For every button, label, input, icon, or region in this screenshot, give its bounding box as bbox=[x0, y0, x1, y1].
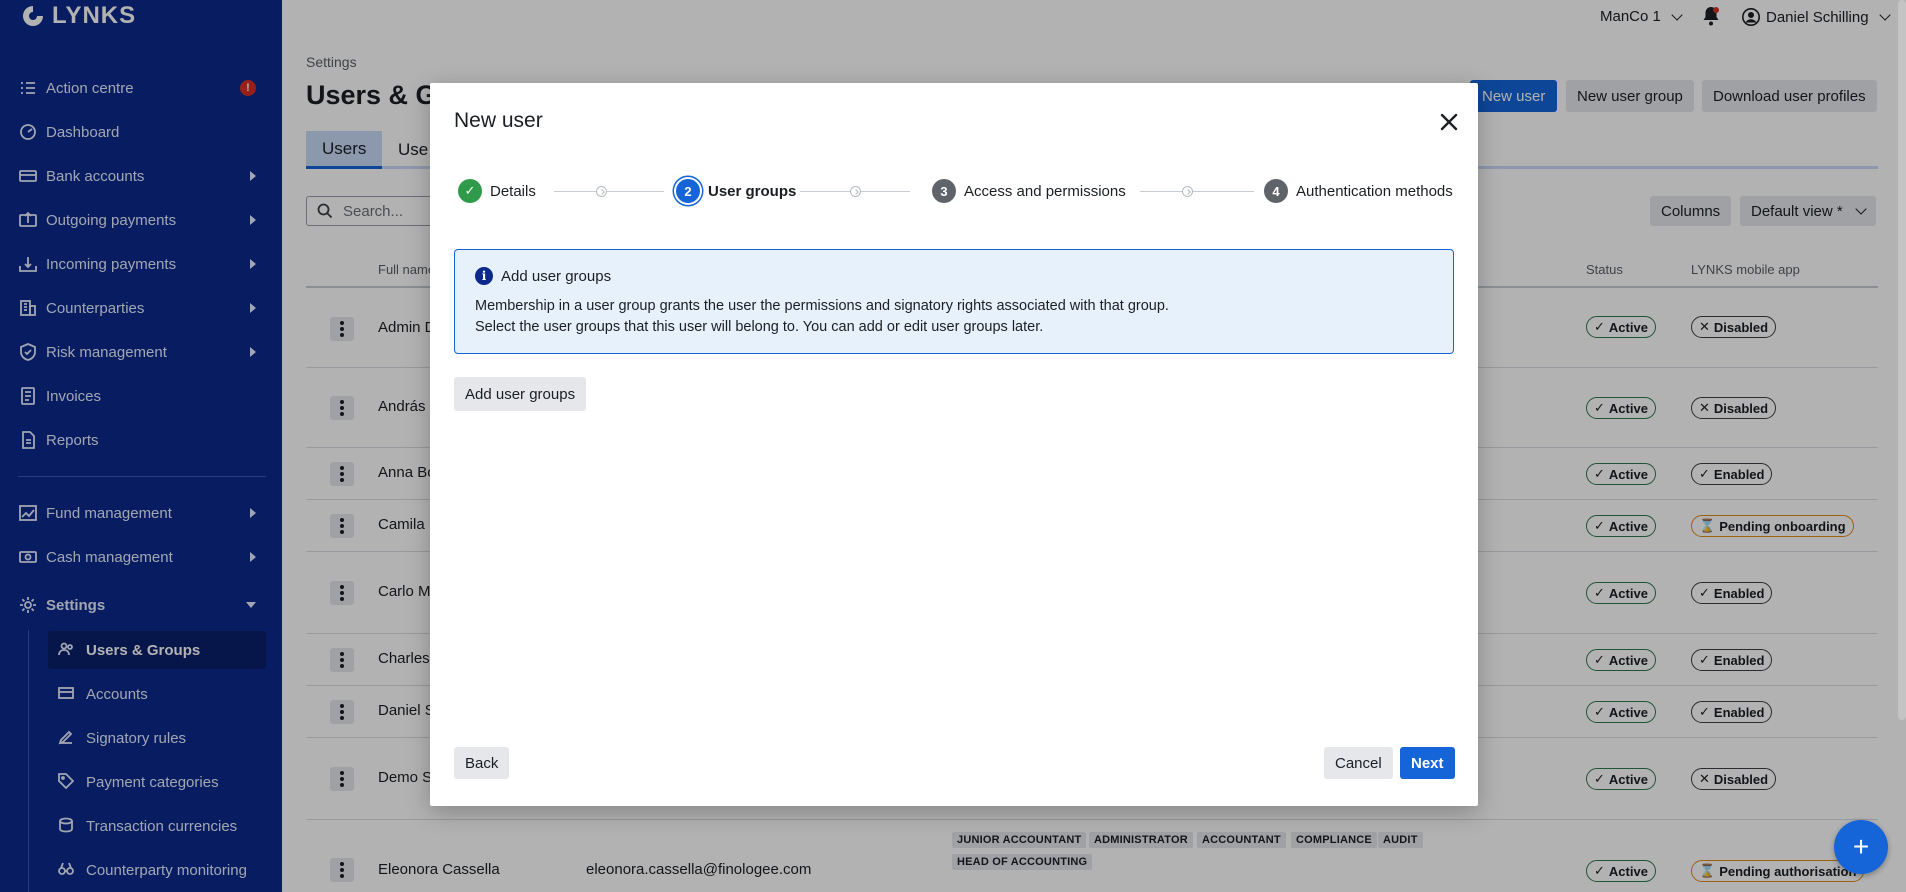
arrow-circle-icon bbox=[850, 186, 861, 197]
step-label: User groups bbox=[708, 182, 797, 200]
info-text-line: Membership in a user group grants the us… bbox=[475, 298, 1169, 314]
add-user-groups-button[interactable]: Add user groups bbox=[454, 377, 587, 411]
step-label: Access and permissions bbox=[964, 182, 1126, 200]
info-text-line: Select the user groups that this user wi… bbox=[475, 319, 1044, 335]
info-icon: i bbox=[475, 267, 493, 285]
step-label: Authentication methods bbox=[1296, 182, 1453, 200]
info-title: Add user groups bbox=[501, 268, 612, 285]
step-details[interactable]: ✓ Details bbox=[458, 179, 536, 203]
step-user-groups[interactable]: 2 User groups bbox=[676, 179, 796, 203]
step-label: Details bbox=[490, 182, 536, 200]
check-circle-icon: ✓ bbox=[458, 179, 482, 203]
step-access-permissions[interactable]: 3 Access and permissions bbox=[932, 179, 1126, 203]
step-authentication-methods[interactable]: 4 Authentication methods bbox=[1264, 179, 1453, 203]
step-number: 4 bbox=[1264, 179, 1288, 203]
page-scrollbar[interactable] bbox=[1898, 0, 1906, 720]
cancel-button[interactable]: Cancel bbox=[1324, 747, 1393, 779]
new-user-modal: New user ✓ Details 2 User groups 3 Acces… bbox=[430, 83, 1478, 806]
back-button[interactable]: Back bbox=[454, 747, 510, 779]
close-icon bbox=[1440, 113, 1458, 131]
plus-icon: + bbox=[1852, 831, 1870, 862]
arrow-circle-icon bbox=[596, 186, 607, 197]
arrow-circle-icon bbox=[1182, 186, 1193, 197]
wizard-stepper: ✓ Details 2 User groups 3 Access and per… bbox=[454, 179, 1454, 205]
info-callout: i Add user groups Membership in a user g… bbox=[454, 249, 1454, 354]
step-number: 2 bbox=[676, 179, 700, 203]
step-number: 3 bbox=[932, 179, 956, 203]
step-connector bbox=[554, 191, 664, 192]
close-button[interactable] bbox=[1437, 110, 1461, 134]
next-button[interactable]: Next bbox=[1400, 747, 1455, 779]
step-connector bbox=[1140, 191, 1254, 192]
add-fab-button[interactable]: + bbox=[1834, 820, 1888, 874]
modal-title: New user bbox=[454, 109, 543, 132]
